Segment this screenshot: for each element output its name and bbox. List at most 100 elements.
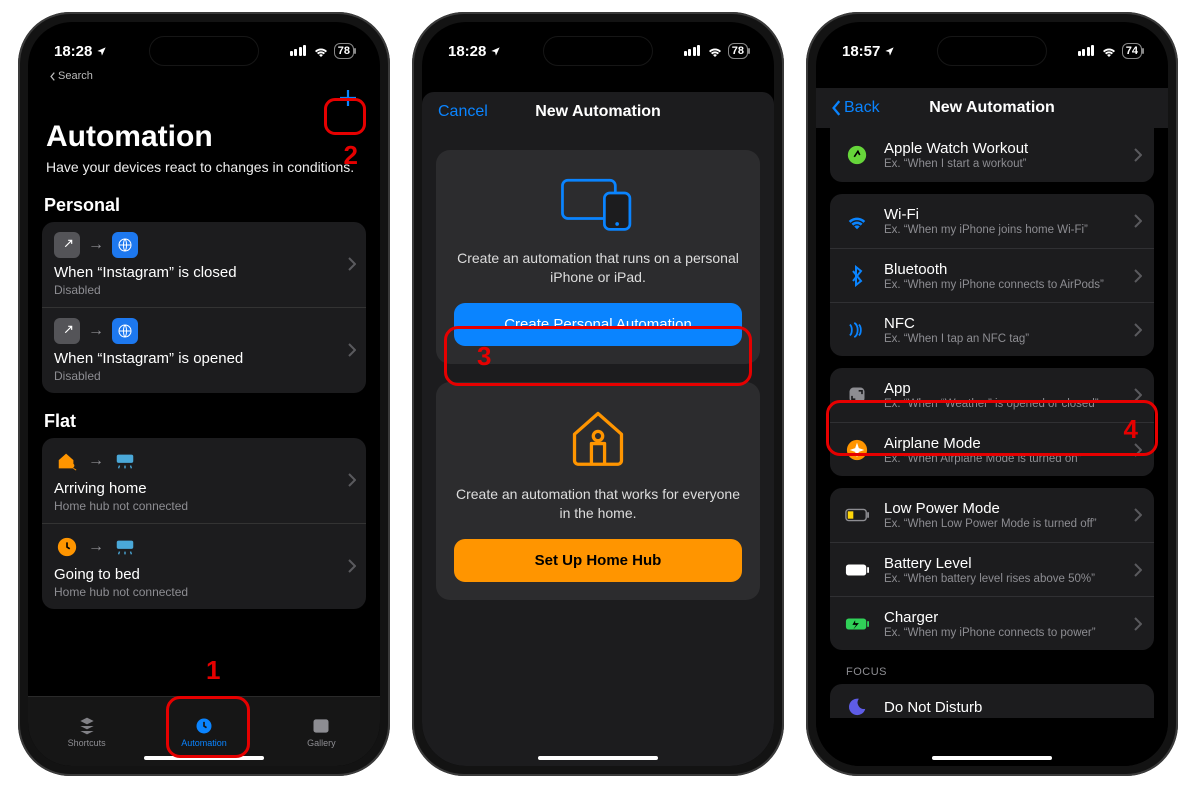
status-time: 18:28 [54, 43, 92, 60]
shortcut-icon [54, 232, 80, 258]
automation-row[interactable]: → When “Instagram” is closed Disabled [42, 222, 366, 307]
workout-icon [844, 144, 870, 166]
phone-frame-3: 18:57 74 Back New Automation [806, 12, 1178, 776]
cancel-button[interactable]: Cancel [438, 103, 488, 121]
charger-icon [844, 617, 870, 631]
dynamic-island [149, 36, 259, 66]
trigger-do-not-disturb[interactable]: Do Not Disturb [830, 684, 1154, 718]
trigger-nfc[interactable]: NFCEx. “When I tap an NFC tag” [830, 302, 1154, 356]
automation-row[interactable]: → When “Instagram” is opened Disabled [42, 307, 366, 393]
arrive-home-icon [54, 448, 80, 474]
chevron-right-icon [1134, 269, 1142, 283]
cellular-icon [684, 43, 702, 60]
wifi-icon [707, 45, 723, 57]
chevron-right-icon [1134, 563, 1142, 577]
chevron-right-icon [348, 473, 356, 487]
nav-title: New Automation [535, 103, 661, 121]
shortcut-icon [54, 318, 80, 344]
setup-home-hub-button[interactable]: Set Up Home Hub [454, 539, 742, 582]
internet-icon [112, 318, 138, 344]
section-header-personal: Personal [42, 195, 366, 222]
location-icon [490, 46, 501, 57]
personal-automation-panel: Create an automation that runs on a pers… [436, 150, 760, 364]
internet-icon [112, 232, 138, 258]
home-automation-text: Create an automation that works for ever… [454, 485, 742, 523]
personal-automations-card: → When “Instagram” is closed Disabled → … [42, 222, 366, 393]
home-indicator[interactable] [538, 756, 658, 760]
trigger-wifi[interactable]: Wi-FiEx. “When my iPhone joins home Wi-F… [830, 194, 1154, 248]
dnd-icon [844, 696, 870, 718]
status-time: 18:28 [448, 43, 486, 60]
nfc-icon [844, 321, 870, 339]
dynamic-island [543, 36, 653, 66]
create-personal-automation-button[interactable]: Create Personal Automation [454, 303, 742, 346]
chevron-right-icon [1134, 148, 1142, 162]
ac-icon [112, 448, 138, 474]
trigger-apple-watch-workout[interactable]: Apple Watch WorkoutEx. “When I start a w… [830, 128, 1154, 182]
battery-level-icon [844, 563, 870, 577]
phone-frame-2: 18:28 78 Cancel New Automation Create an… [412, 12, 784, 776]
arrow-right-icon: → [88, 452, 104, 470]
low-power-icon [844, 508, 870, 522]
home-indicator[interactable] [144, 756, 264, 760]
chevron-right-icon [1134, 617, 1142, 631]
chevron-right-icon [348, 343, 356, 357]
location-icon [884, 46, 895, 57]
cellular-icon [290, 43, 308, 60]
back-breadcrumb[interactable]: Search [28, 68, 380, 82]
gallery-icon [310, 716, 332, 736]
chevron-right-icon [1134, 508, 1142, 522]
arrow-right-icon: → [88, 236, 104, 254]
page-title: Automation [42, 120, 366, 154]
chevron-right-icon [1134, 443, 1142, 457]
page-subtitle: Have your devices react to changes in co… [42, 154, 366, 177]
trigger-airplane-mode[interactable]: Airplane ModeEx. “When Airplane Mode is … [830, 422, 1154, 476]
automation-row[interactable]: → Arriving home Home hub not connected [42, 438, 366, 523]
home-automation-panel: Create an automation that works for ever… [436, 382, 760, 600]
automation-row[interactable]: → Going to bed Home hub not connected [42, 523, 366, 609]
add-button[interactable] [336, 86, 360, 115]
chevron-right-icon [1134, 214, 1142, 228]
arrow-right-icon: → [88, 538, 104, 556]
status-time: 18:57 [842, 43, 880, 60]
trigger-bluetooth[interactable]: BluetoothEx. “When my iPhone connects to… [830, 248, 1154, 302]
tab-gallery[interactable]: Gallery [263, 697, 380, 766]
house-icon [565, 406, 631, 468]
trigger-app[interactable]: AppEx. “When “Weather” is opened or clos… [830, 368, 1154, 422]
clock-icon [54, 534, 80, 560]
wifi-icon [313, 45, 329, 57]
dynamic-island [937, 36, 1047, 66]
personal-automation-text: Create an automation that runs on a pers… [454, 249, 742, 287]
trigger-charger[interactable]: ChargerEx. “When my iPhone connects to p… [830, 596, 1154, 650]
app-icon [844, 385, 870, 405]
wifi-icon [1101, 45, 1117, 57]
battery-indicator: 78 [334, 43, 354, 59]
nav-bar: Cancel New Automation [422, 92, 774, 132]
wifi-trigger-icon [844, 212, 870, 230]
chevron-right-icon [348, 559, 356, 573]
phone-frame-1: 18:28 78 Search Automation Have your dev… [18, 12, 390, 776]
airplane-icon [844, 439, 870, 461]
chevron-right-icon [1134, 323, 1142, 337]
nav-title: New Automation [929, 99, 1055, 117]
ac-icon [112, 534, 138, 560]
trigger-battery-level[interactable]: Battery LevelEx. “When battery level ris… [830, 542, 1154, 596]
battery-indicator: 74 [1122, 43, 1142, 59]
flat-automations-card: → Arriving home Home hub not connected →… [42, 438, 366, 609]
automation-icon [193, 716, 215, 736]
back-button[interactable]: Back [832, 99, 880, 117]
arrow-right-icon: → [88, 322, 104, 340]
tab-shortcuts[interactable]: Shortcuts [28, 697, 145, 766]
chevron-right-icon [348, 257, 356, 271]
location-icon [96, 46, 107, 57]
battery-indicator: 78 [728, 43, 748, 59]
home-indicator[interactable] [932, 756, 1052, 760]
group-header-focus: FOCUS [846, 666, 1154, 678]
nav-bar: Back New Automation [816, 88, 1168, 128]
trigger-low-power-mode[interactable]: Low Power ModeEx. “When Low Power Mode i… [830, 488, 1154, 542]
chevron-right-icon [1134, 388, 1142, 402]
shortcuts-icon [76, 716, 98, 736]
devices-icon [557, 174, 639, 232]
section-header-flat: Flat [42, 411, 366, 438]
bluetooth-icon [844, 265, 870, 287]
